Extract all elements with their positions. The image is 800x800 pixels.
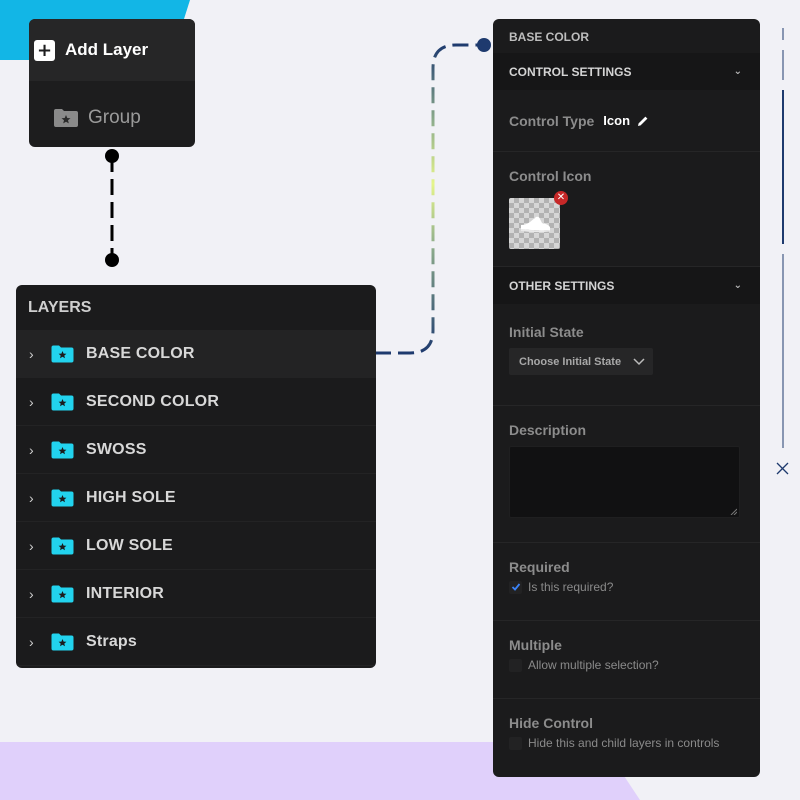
add-layer-button[interactable]: + Add Layer bbox=[29, 19, 195, 81]
required-checkbox-label: Is this required? bbox=[528, 580, 614, 594]
settings-title: BASE COLOR bbox=[509, 30, 590, 44]
other-settings-label: OTHER SETTINGS bbox=[509, 278, 615, 293]
sneaker-icon bbox=[520, 216, 550, 232]
resize-grip-icon[interactable] bbox=[730, 508, 737, 515]
connector-dot-top bbox=[105, 149, 119, 163]
chevron-right-icon[interactable]: › bbox=[29, 394, 51, 410]
chevron-right-icon[interactable]: › bbox=[29, 538, 51, 554]
chevron-down-icon[interactable]: ⌄ bbox=[734, 66, 742, 77]
layer-settings-panel: BASE COLOR CONTROL SETTINGS ⌄ Control Ty… bbox=[493, 19, 760, 777]
control-type-value: Icon bbox=[603, 113, 631, 128]
layer-item[interactable]: › HIGH SOLE bbox=[16, 474, 376, 522]
initial-state-placeholder: Choose Initial State bbox=[519, 355, 622, 368]
add-layer-title: Add Layer bbox=[65, 40, 149, 59]
chevron-right-icon[interactable]: › bbox=[29, 586, 51, 602]
control-icon-row: Control Icon ✕ bbox=[493, 152, 760, 267]
description-textarea[interactable] bbox=[509, 446, 740, 518]
initial-state-select[interactable]: Choose Initial State bbox=[509, 348, 653, 375]
folder-star-icon bbox=[51, 489, 74, 506]
connector-dot-bottom bbox=[105, 253, 119, 267]
required-checkbox[interactable] bbox=[509, 580, 522, 594]
control-settings-label: CONTROL SETTINGS bbox=[509, 64, 632, 79]
multiple-checkbox[interactable] bbox=[509, 658, 522, 672]
initial-state-label: Initial State bbox=[509, 324, 584, 340]
folder-star-icon bbox=[51, 585, 74, 602]
folder-star-icon bbox=[51, 633, 74, 650]
hide-control-checkbox[interactable] bbox=[509, 736, 522, 750]
control-icon-thumbnail[interactable]: ✕ bbox=[509, 191, 568, 249]
folder-star-icon bbox=[51, 393, 74, 410]
group-label: Group bbox=[88, 107, 141, 128]
plus-icon: + bbox=[34, 39, 55, 61]
layer-item[interactable]: › SECOND COLOR bbox=[16, 378, 376, 426]
folder-star-icon bbox=[51, 537, 74, 554]
scroll-track[interactable] bbox=[775, 28, 791, 478]
initial-state-row: Initial State Choose Initial State bbox=[493, 304, 760, 406]
layer-label: HIGH SOLE bbox=[86, 488, 176, 506]
hide-control-row: Hide Control Hide this and child layers … bbox=[493, 699, 760, 777]
multiple-checkbox-label: Allow multiple selection? bbox=[528, 658, 659, 672]
control-type-label: Control Type bbox=[509, 112, 595, 129]
checkmark-icon bbox=[511, 583, 520, 591]
folder-star-icon bbox=[51, 345, 74, 362]
chevron-right-icon[interactable]: › bbox=[29, 490, 51, 506]
layer-label: LOW SOLE bbox=[86, 536, 173, 554]
add-layer-panel: + Add Layer Group bbox=[29, 19, 195, 147]
layer-label: BASE COLOR bbox=[86, 344, 195, 362]
required-label: Required bbox=[509, 559, 570, 575]
layers-panel: LAYERS › BASE COLOR › SECOND COLOR › SWO… bbox=[16, 285, 376, 668]
hide-control-label: Hide Control bbox=[509, 715, 593, 731]
layer-item[interactable]: › INTERIOR bbox=[16, 570, 376, 618]
folder-star-icon bbox=[51, 441, 74, 458]
sneaker-image bbox=[509, 198, 560, 249]
multiple-label: Multiple bbox=[509, 637, 562, 653]
layers-title: LAYERS bbox=[28, 298, 92, 316]
remove-icon[interactable]: ✕ bbox=[554, 191, 568, 205]
required-row: Required Is this required? bbox=[493, 543, 760, 621]
layer-label: SECOND COLOR bbox=[86, 392, 220, 410]
other-settings-header[interactable]: OTHER SETTINGS ⌄ bbox=[493, 267, 760, 304]
close-icon[interactable] bbox=[776, 462, 789, 475]
layer-list: › BASE COLOR › SECOND COLOR › SWOSS › HI… bbox=[16, 330, 376, 666]
folder-star-icon bbox=[54, 109, 78, 127]
layer-item[interactable]: › LOW SOLE bbox=[16, 522, 376, 570]
description-row: Description bbox=[493, 406, 760, 543]
control-icon-label: Control Icon bbox=[509, 168, 592, 184]
chevron-down-icon[interactable]: ⌄ bbox=[734, 280, 742, 291]
chevron-right-icon[interactable]: › bbox=[29, 634, 51, 650]
chevron-right-icon[interactable]: › bbox=[29, 346, 51, 362]
control-type-row: Control Type Icon bbox=[493, 90, 760, 152]
chevron-down-icon bbox=[633, 357, 645, 365]
pencil-icon[interactable] bbox=[637, 115, 649, 127]
layer-label: Straps bbox=[86, 632, 137, 650]
layer-item[interactable]: › SWOSS bbox=[16, 426, 376, 474]
layer-label: INTERIOR bbox=[86, 584, 165, 602]
layer-item[interactable]: › Straps bbox=[16, 618, 376, 666]
chevron-right-icon[interactable]: › bbox=[29, 442, 51, 458]
connector-dot-settings bbox=[477, 38, 491, 52]
multiple-row: Multiple Allow multiple selection? bbox=[493, 621, 760, 699]
control-settings-header[interactable]: CONTROL SETTINGS ⌄ bbox=[493, 53, 760, 90]
layer-item[interactable]: › BASE COLOR bbox=[16, 330, 376, 378]
description-label: Description bbox=[509, 422, 587, 438]
hide-control-checkbox-label: Hide this and child layers in controls bbox=[528, 736, 720, 750]
add-group-item[interactable]: Group bbox=[29, 81, 195, 129]
layer-label: SWOSS bbox=[86, 440, 147, 458]
